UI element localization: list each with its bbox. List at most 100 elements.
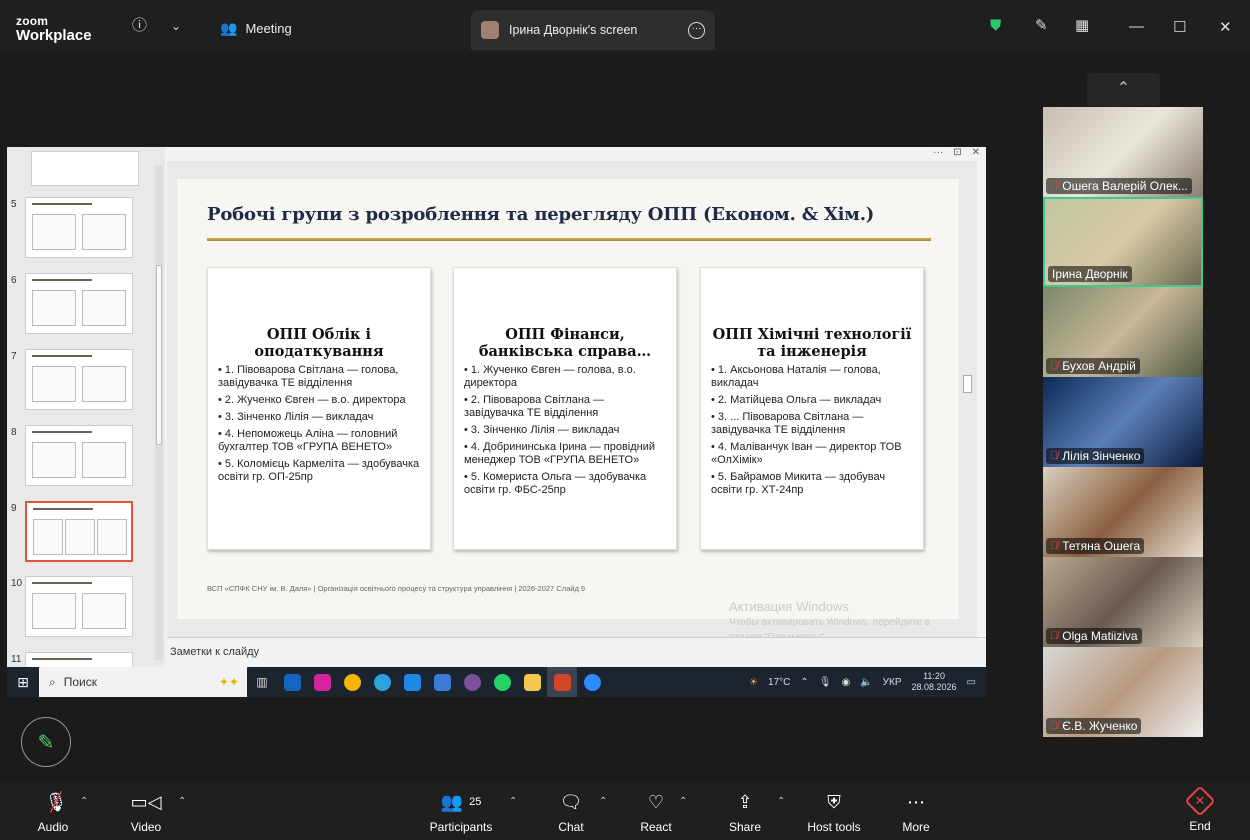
- tray-chevron-icon[interactable]: ⌃: [800, 677, 808, 688]
- audio-button[interactable]: 🎙╱ Audio: [32, 790, 74, 834]
- more-options-icon[interactable]: ···: [688, 21, 705, 39]
- store-icon[interactable]: [427, 667, 457, 697]
- thumbnails-scrollbar[interactable]: [155, 165, 163, 660]
- gallery-scroll-up-icon[interactable]: ⌃: [1087, 73, 1160, 106]
- list-item: • 5. Комериста Ольга — здобувачка освіти…: [464, 471, 647, 496]
- slide-thumbnail[interactable]: [25, 425, 133, 486]
- react-caret-icon[interactable]: ⌃: [679, 796, 687, 807]
- shield-check-icon[interactable]: ⛊: [990, 16, 1001, 36]
- meeting-tab[interactable]: 👥 Meeting: [220, 20, 292, 37]
- list-item: • 2. Півоварова Світлана — завідувачка Т…: [464, 394, 605, 419]
- chrome-icon[interactable]: [337, 667, 367, 697]
- list-item: • 1. Жученко Євген — голова, в.о. директ…: [464, 364, 636, 389]
- slide-thumbnail-selected[interactable]: [25, 501, 133, 562]
- thumbnail-box: [82, 366, 126, 402]
- thumbnail-title-line: [32, 582, 92, 584]
- close-icon[interactable]: ✕: [1219, 18, 1232, 36]
- ellipsis-icon[interactable]: ···: [933, 147, 943, 161]
- taskbar-clock[interactable]: 11:20 28.08.2026: [912, 671, 957, 693]
- list-item: • 2. Жученко Євген — в.о. директора: [218, 394, 406, 406]
- info-icon[interactable]: ⓘ: [132, 16, 147, 36]
- host-tools-label: Host tools: [807, 820, 861, 834]
- thumbnail-box: [97, 519, 127, 555]
- react-button[interactable]: ♡ React: [637, 790, 675, 834]
- participants-icon: 👥 25: [440, 792, 482, 812]
- annotate-pen-icon[interactable]: ✎: [21, 717, 71, 767]
- participants-caret-icon[interactable]: ⌃: [509, 796, 517, 807]
- instagram-icon[interactable]: [307, 667, 337, 697]
- slide-thumbnail[interactable]: [25, 576, 133, 637]
- security-icon[interactable]: [397, 667, 427, 697]
- slide-thumbnail[interactable]: [25, 349, 133, 410]
- share-caret-icon[interactable]: ⌃: [777, 796, 785, 807]
- video-caret-icon[interactable]: ⌃: [178, 796, 186, 807]
- maximize-icon[interactable]: ☐: [1173, 18, 1186, 36]
- outlook-icon[interactable]: [277, 667, 307, 697]
- windows-taskbar: ⊞ ⌕ Поиск ✦✦ ▥ ☀ 17°C ⌃ 🎙 ◉ 🔈 УКР 11:20 …: [7, 667, 986, 697]
- scrollbar-thumb[interactable]: [963, 375, 972, 393]
- powerpoint-icon[interactable]: [547, 667, 577, 697]
- slide-thumbnail[interactable]: [25, 273, 133, 334]
- close-small-icon[interactable]: ✕: [972, 147, 980, 161]
- scrollbar-thumb[interactable]: [156, 265, 162, 445]
- slide-thumbnail[interactable]: [25, 197, 133, 258]
- taskbar-search[interactable]: ⌕ Поиск ✦✦: [39, 667, 247, 697]
- minimize-icon[interactable]: —: [1129, 18, 1144, 35]
- network-icon[interactable]: ◉: [841, 677, 850, 688]
- participant-tile[interactable]: 🎙̸ Olga Matiiziva: [1043, 557, 1203, 647]
- participant-tile[interactable]: 🎙̸ Ошега Валерій Олек...: [1043, 107, 1203, 197]
- restore-icon[interactable]: ⊡: [953, 147, 961, 161]
- audio-caret-icon[interactable]: ⌃: [80, 796, 88, 807]
- windows-start-icon[interactable]: ⊞: [7, 667, 39, 697]
- chevron-down-icon[interactable]: ⌄: [171, 16, 181, 36]
- end-meeting-button[interactable]: ✕ End: [1184, 785, 1216, 833]
- video-button[interactable]: ▭◁ Video: [125, 790, 167, 834]
- keyboard-language[interactable]: УКР: [883, 677, 902, 688]
- participant-tile[interactable]: 🎙̸ Бухов Андрій: [1043, 287, 1203, 377]
- microphone-icon[interactable]: 🎙: [819, 677, 832, 688]
- heart-icon: ♡: [647, 792, 665, 812]
- participants-button[interactable]: 👥 25 Participants: [428, 790, 494, 834]
- slide-thumbnail[interactable]: [25, 652, 133, 667]
- slide-thumbnail[interactable]: [31, 151, 139, 186]
- participant-tile[interactable]: 🎙̸ Є.В. Жученко: [1043, 647, 1203, 737]
- activation-title: Активация Windows: [729, 599, 849, 614]
- task-view-icon[interactable]: ▥: [247, 667, 277, 697]
- list-item: • 4. Непоможець Аліна — головний бухгалт…: [218, 428, 398, 453]
- telegram-icon[interactable]: [367, 667, 397, 697]
- participant-tile[interactable]: Ірина Дворнік: [1043, 197, 1203, 287]
- share-button[interactable]: ⇪ Share: [726, 790, 764, 834]
- chat-button[interactable]: 🗨 Chat: [553, 790, 589, 834]
- title-underline: [207, 238, 931, 241]
- participants-label: Participants: [429, 820, 493, 834]
- audio-label: Audio: [37, 820, 69, 834]
- chat-caret-icon[interactable]: ⌃: [599, 796, 607, 807]
- file-explorer-icon[interactable]: [517, 667, 547, 697]
- participant-tile[interactable]: 🎙̸ Лілія Зінченко: [1043, 377, 1203, 467]
- meeting-controls: 🎙╱ Audio ⌃ ▭◁ Video ⌃ 👥 25 Participants ⌃…: [0, 782, 1250, 840]
- meeting-label: Meeting: [245, 21, 292, 36]
- slide-footer: ВСП «СПФК СНУ ім. В. Даля» | Організація…: [207, 584, 586, 593]
- shared-screen-tab[interactable]: Ірина Дворнік's screen ···: [471, 10, 715, 50]
- thumbnail-box: [32, 593, 76, 629]
- share-label: Share: [728, 820, 762, 834]
- slide-notes[interactable]: Заметки к слайду: [167, 637, 986, 667]
- notifications-icon[interactable]: ▭: [967, 677, 976, 688]
- chat-bubble-icon: 🗨: [559, 792, 583, 812]
- host-tools-button[interactable]: ⛨ Host tools: [805, 790, 863, 834]
- activation-line: Чтобы активировать Windows, перейдите в: [729, 617, 931, 628]
- view-layout-icon[interactable]: ▦: [1075, 16, 1089, 36]
- slide-scrollbar[interactable]: [963, 185, 973, 625]
- thumbnail-box: [32, 442, 76, 478]
- volume-icon[interactable]: 🔈: [860, 677, 872, 688]
- zoom-app-icon[interactable]: [577, 667, 607, 697]
- participant-name-badge: 🎙̸ Olga Matiiziva: [1046, 628, 1142, 644]
- whatsapp-icon[interactable]: [487, 667, 517, 697]
- more-button[interactable]: ⋯ More: [898, 790, 934, 834]
- thumbnail-box: [82, 214, 126, 250]
- shared-screen-label: Ірина Дворнік's screen: [509, 23, 638, 37]
- viber-icon[interactable]: [457, 667, 487, 697]
- zoom-window: zoom Workplace ⓘ ⌄ 👥 Meeting Ірина Дворн…: [0, 0, 1250, 840]
- ai-companion-icon[interactable]: ✎: [1035, 16, 1048, 36]
- participant-tile[interactable]: 🎙̸ Тетяна Ошега: [1043, 467, 1203, 557]
